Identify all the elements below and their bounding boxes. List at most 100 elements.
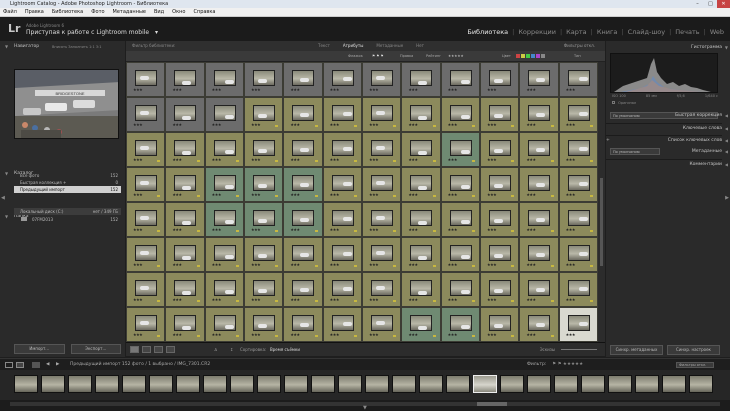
grid-thumbnail[interactable]: ★★★ (480, 237, 520, 272)
thumbnail-rating[interactable]: ★★★ (487, 122, 497, 127)
folder-item-07fm2013[interactable]: 07FM2013 152 (14, 216, 121, 223)
grid-thumbnail[interactable]: ★★★ (362, 62, 402, 97)
grid-thumbnail[interactable]: ★★★ (558, 202, 598, 237)
filmstrip-thumbnail[interactable] (284, 375, 308, 393)
thumbnail-rating[interactable]: ★★★ (172, 227, 182, 232)
menu-edit[interactable]: Правка (25, 9, 44, 15)
grid-thumbnail[interactable]: ★★★ (204, 167, 244, 202)
grid-thumbnail[interactable]: ★★★ (322, 167, 362, 202)
grid-thumbnail[interactable]: ★★★ (126, 272, 166, 307)
color-label-icon[interactable] (157, 265, 161, 267)
grid-thumbnail[interactable]: ★★★ (480, 202, 520, 237)
color-label-icon[interactable] (393, 230, 397, 232)
grid-thumbnail[interactable]: ★★★ (204, 97, 244, 132)
color-label-swatches[interactable] (516, 54, 545, 58)
thumbnail-rating[interactable]: ★★★ (526, 332, 536, 337)
color-label-icon[interactable] (432, 125, 436, 127)
thumbnail-rating[interactable]: ★★★ (290, 192, 300, 197)
grid-thumbnail[interactable]: ★★★ (480, 132, 520, 167)
filmstrip-thumbnail[interactable] (635, 375, 659, 393)
grid-thumbnail[interactable]: ★★★ (126, 237, 166, 272)
grid-thumbnail[interactable]: ★★★ (401, 272, 441, 307)
color-label-icon[interactable] (393, 265, 397, 267)
filmstrip-scrollbar-thumb[interactable] (477, 402, 507, 406)
filmstrip-thumbnail[interactable] (149, 375, 173, 393)
add-keyword-icon[interactable]: + (606, 136, 610, 145)
thumbnail-rating[interactable]: ★★★ (487, 297, 497, 302)
grid-thumbnail[interactable]: ★★★ (244, 237, 284, 272)
filmstrip-thumbnail[interactable] (68, 375, 92, 393)
painter-icon[interactable]: ♙ (214, 343, 218, 357)
thumbnail-rating[interactable]: ★★★ (408, 227, 418, 232)
collapse-right-icon[interactable]: ▶ (725, 195, 729, 201)
thumbnail-rating[interactable]: ★★★ (133, 192, 143, 197)
maximize-button[interactable]: □ (704, 0, 717, 8)
filmstrip-thumbnail[interactable] (311, 375, 335, 393)
module-develop[interactable]: Коррекции (518, 28, 556, 36)
thumbnail-rating[interactable]: ★★★ (408, 297, 418, 302)
keywording-header[interactable]: Ключевые слова ◀ (606, 123, 728, 132)
export-button[interactable]: Экспорт... (70, 344, 121, 354)
color-label-icon[interactable] (314, 125, 318, 127)
thumbnail-rating[interactable]: ★★★ (172, 87, 182, 92)
color-label-icon[interactable] (550, 335, 554, 337)
color-label-icon[interactable] (196, 195, 200, 197)
color-label-icon[interactable] (353, 230, 357, 232)
menu-photo[interactable]: Фото (91, 9, 104, 15)
survey-view-button[interactable] (166, 346, 175, 353)
grid-thumbnail[interactable]: ★★★ (519, 202, 559, 237)
menu-help[interactable]: Справка (193, 9, 215, 15)
color-label-icon[interactable] (275, 195, 279, 197)
grid-thumbnail[interactable]: ★★★ (204, 62, 244, 97)
grid-thumbnail[interactable]: ★★★ (440, 202, 480, 237)
color-label-icon[interactable] (157, 195, 161, 197)
color-label-icon[interactable] (196, 335, 200, 337)
thumbnail-rating[interactable]: ★★★ (487, 332, 497, 337)
module-book[interactable]: Книга (597, 28, 618, 36)
grid-thumbnail[interactable]: ★★★ (283, 62, 323, 97)
module-print[interactable]: Печать (675, 28, 699, 36)
thumbnail-rating[interactable]: ★★★ (526, 122, 536, 127)
grid-thumbnail[interactable]: ★★★ (480, 272, 520, 307)
color-label-icon[interactable] (511, 160, 515, 162)
thumbnail-rating[interactable]: ★★★ (526, 262, 536, 267)
color-label-icon[interactable] (393, 300, 397, 302)
grid-thumbnail[interactable]: ★★★ (362, 202, 402, 237)
grid-thumbnail[interactable]: ★★★ (322, 202, 362, 237)
thumbnail-rating[interactable]: ★★★ (212, 122, 222, 127)
thumbnail-rating[interactable]: ★★★ (448, 297, 458, 302)
filmstrip-thumbnail[interactable] (554, 375, 578, 393)
thumbnail-rating[interactable]: ★★★ (448, 87, 458, 92)
rating-stars-filter[interactable]: ★★★★★ (448, 51, 464, 62)
color-label-icon[interactable] (550, 300, 554, 302)
color-label-icon[interactable] (589, 230, 593, 232)
grid-thumbnail[interactable]: ★★★ (126, 307, 166, 342)
grid-thumbnail[interactable]: ★★★ (519, 237, 559, 272)
color-label-icon[interactable] (511, 265, 515, 267)
color-label-icon[interactable] (432, 300, 436, 302)
module-library[interactable]: Библиотека (467, 28, 508, 36)
grid-thumbnail[interactable]: ★★★ (283, 97, 323, 132)
thumbnail-rating[interactable]: ★★★ (172, 192, 182, 197)
thumbnail-size-slider[interactable] (561, 349, 597, 350)
collapse-left-icon[interactable]: ◀ (1, 195, 5, 201)
color-label-icon[interactable] (432, 265, 436, 267)
color-swatch-red[interactable] (516, 54, 520, 58)
color-label-icon[interactable] (353, 300, 357, 302)
loupe-view-button[interactable] (142, 346, 151, 353)
thumbnail-rating[interactable]: ★★★ (330, 297, 340, 302)
color-label-icon[interactable] (314, 230, 318, 232)
color-label-icon[interactable] (235, 265, 239, 267)
color-label-icon[interactable] (589, 265, 593, 267)
thumbnail-rating[interactable]: ★★★ (369, 262, 379, 267)
color-label-icon[interactable] (157, 300, 161, 302)
thumbnail-rating[interactable]: ★★★ (133, 262, 143, 267)
thumbnail-rating[interactable]: ★★★ (526, 87, 536, 92)
thumbnail-rating[interactable]: ★★★ (172, 297, 182, 302)
color-label-icon[interactable] (511, 230, 515, 232)
flag-icons[interactable]: ⚑ ⚑ ⚑ (372, 51, 384, 62)
grid-thumbnail[interactable]: ★★★ (440, 62, 480, 97)
grid-thumbnail[interactable]: ★★★ (558, 132, 598, 167)
color-label-icon[interactable] (235, 300, 239, 302)
color-label-icon[interactable] (353, 335, 357, 337)
